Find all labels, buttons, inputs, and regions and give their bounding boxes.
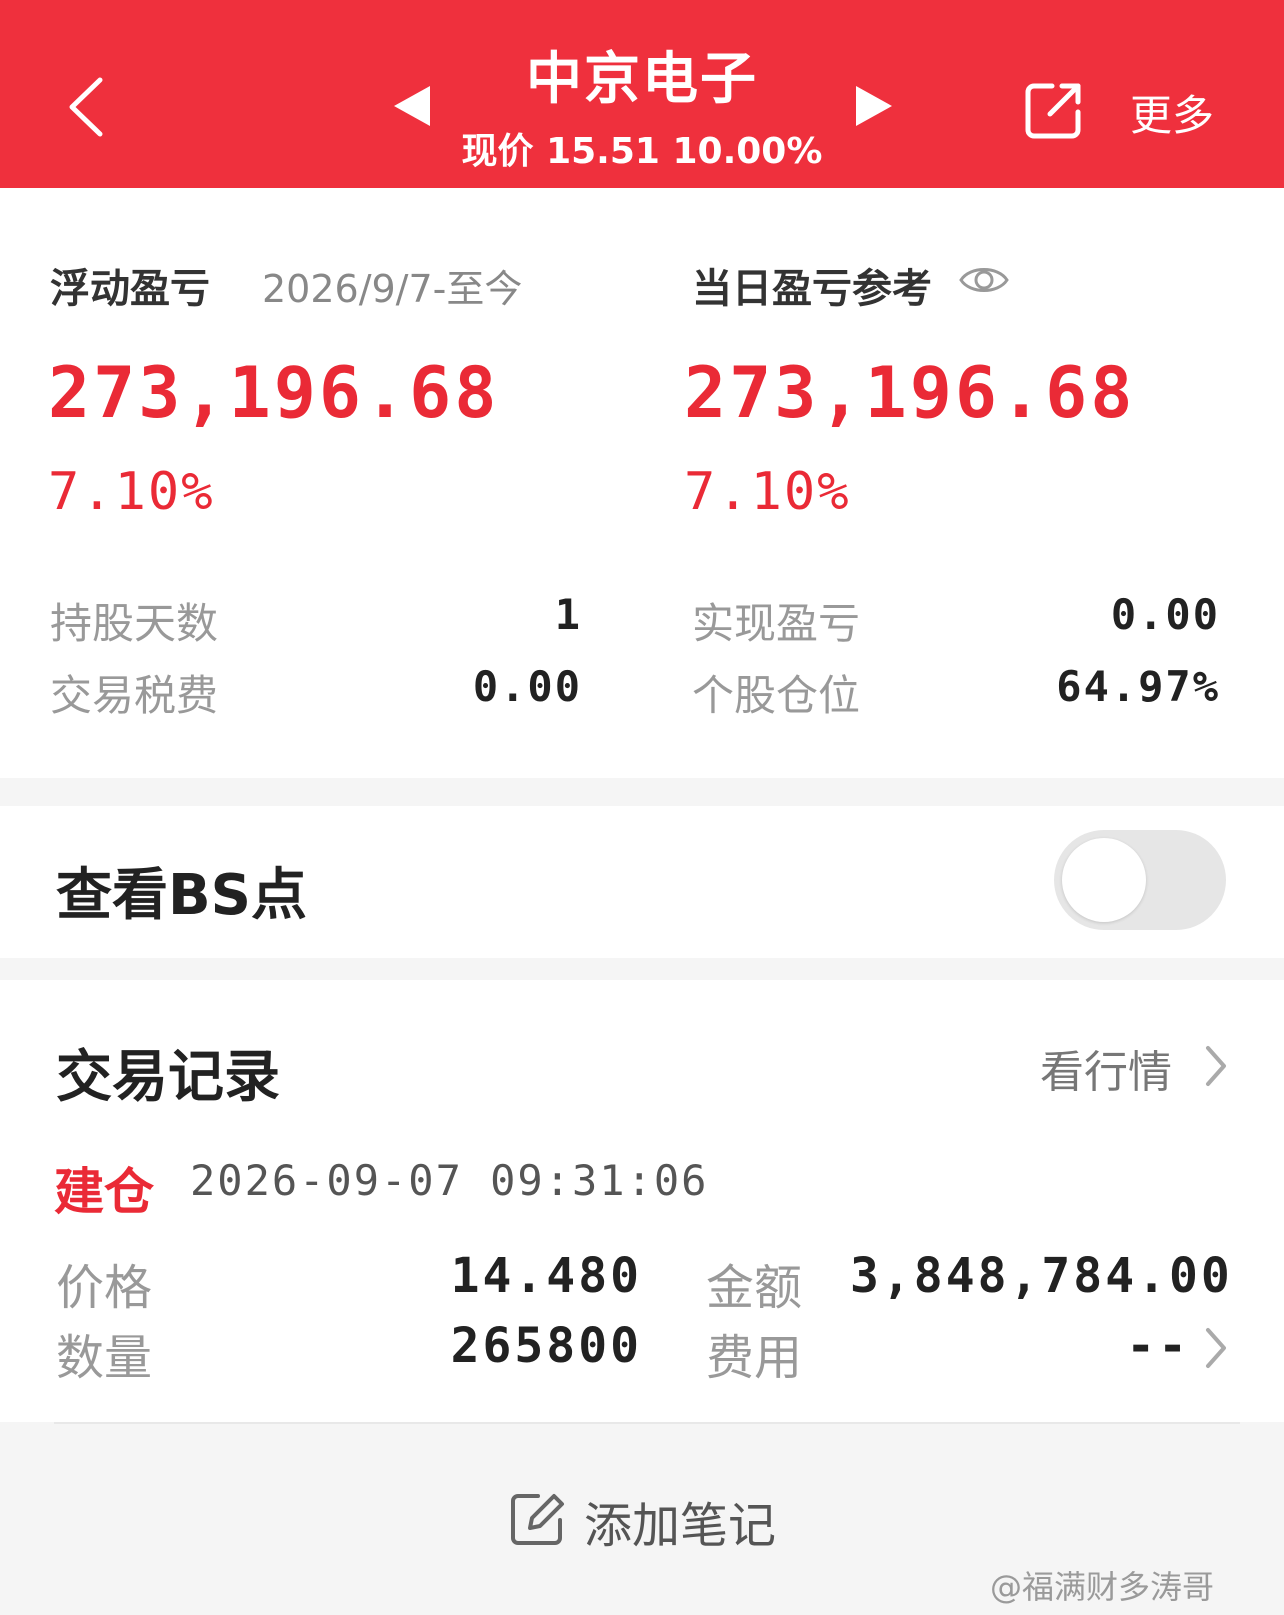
amount-label: 金额 xyxy=(706,1260,803,1316)
trade-records-title: 交易记录 xyxy=(56,1045,280,1110)
floating-pnl-period: 2026/9/7-至今 xyxy=(262,267,523,311)
realized-pnl-value: 0.00 xyxy=(1110,590,1220,639)
realized-pnl-label: 实现盈亏 xyxy=(692,599,861,648)
price-label: 价格 xyxy=(56,1260,153,1316)
stock-name: 中京电子 xyxy=(526,47,758,112)
daily-pnl-value: 273,196.68 xyxy=(684,352,1136,434)
hold-days-label: 持股天数 xyxy=(50,599,219,648)
floating-pnl-percent: 7.10% xyxy=(48,462,215,522)
position-ratio-label: 个股仓位 xyxy=(692,671,861,720)
trade-records-card: 交易记录 看行情 建仓 2026-09-07 09:31:06 价格 14.48… xyxy=(0,980,1284,1422)
record-time: 2026-09-07 09:31:06 xyxy=(190,1156,709,1205)
hold-days-value: 1 xyxy=(554,590,582,639)
cost-label: 费用 xyxy=(706,1330,803,1386)
amount-value: 3,848,784.00 xyxy=(850,1248,1233,1304)
edit-note-icon[interactable] xyxy=(508,1490,566,1548)
floating-pnl-label: 浮动盈亏 xyxy=(50,266,210,312)
share-icon[interactable] xyxy=(1022,78,1086,142)
toggle-knob xyxy=(1062,838,1146,922)
daily-pnl-percent: 7.10% xyxy=(684,462,851,522)
eye-icon[interactable] xyxy=(958,262,1010,298)
floating-pnl-value: 273,196.68 xyxy=(48,352,500,434)
quantity-label: 数量 xyxy=(56,1330,153,1386)
more-button[interactable]: 更多 xyxy=(1130,82,1214,143)
view-market-link[interactable]: 看行情 xyxy=(1040,1036,1172,1100)
watermark: @福满财多涛哥 xyxy=(990,1568,1215,1606)
bs-points-toggle[interactable] xyxy=(1054,830,1226,930)
cost-value[interactable]: -- xyxy=(1080,1318,1190,1374)
add-note-button[interactable]: 添加笔记 xyxy=(584,1486,776,1556)
trade-fee-value: 0.00 xyxy=(472,662,582,711)
next-stock-icon[interactable] xyxy=(852,82,896,130)
position-ratio-value: 64.97% xyxy=(1056,662,1220,711)
chevron-right-icon[interactable] xyxy=(1202,1324,1230,1372)
price-value: 14.480 xyxy=(450,1248,642,1304)
bs-points-card: 查看BS点 xyxy=(0,806,1284,958)
top-nav-bar: 中京电子 现价 15.51 10.00% 更多 xyxy=(0,0,1284,188)
stock-price-change: 现价 15.51 10.00% xyxy=(461,131,823,172)
record-type: 建仓 xyxy=(54,1163,154,1221)
daily-pnl-label: 当日盈亏参考 xyxy=(692,266,932,312)
chevron-right-icon[interactable] xyxy=(1202,1042,1230,1090)
trade-fee-label: 交易税费 xyxy=(50,671,219,720)
quantity-value: 265800 xyxy=(450,1318,642,1374)
bs-points-label: 查看BS点 xyxy=(56,863,308,928)
